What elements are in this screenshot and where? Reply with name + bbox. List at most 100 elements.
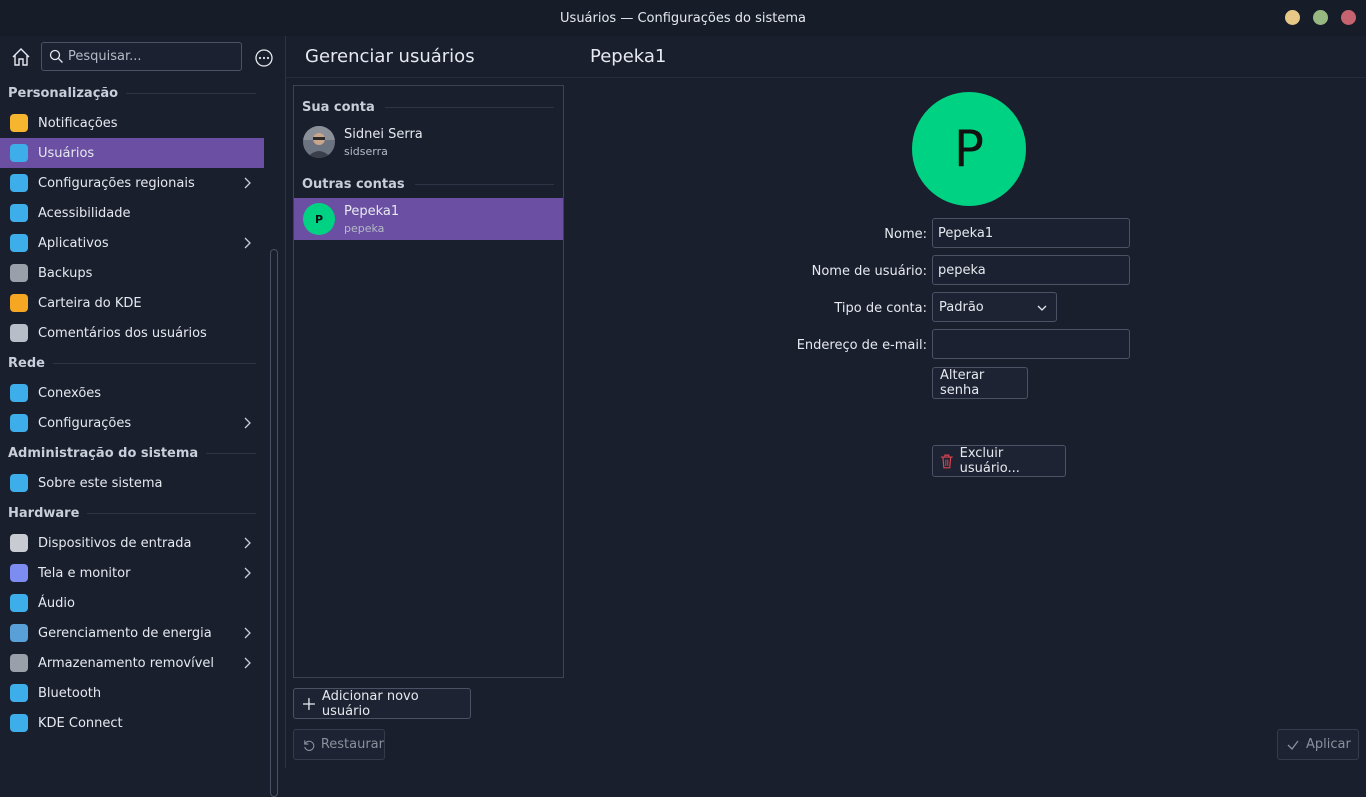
sidebar-item[interactable]: Carteira do KDE [0,288,264,318]
chevron-right-icon [244,537,251,549]
user-login: sidserra [344,145,388,158]
sidebar-item[interactable]: Bluetooth [0,678,264,708]
account-type-label: Tipo de conta: [834,301,927,316]
removable-storage-icon [10,654,28,672]
sidebar-item-label: KDE Connect [38,715,123,731]
sidebar-item-label: Gerenciamento de energia [38,625,212,641]
email-field[interactable] [932,329,1130,359]
check-icon [1287,740,1299,750]
add-user-label: Adicionar novo usuário [321,688,419,719]
restore-label: Restaurar [320,737,384,752]
username-label: Nome de usuário: [811,264,927,279]
name-label: Nome: [884,227,927,242]
email-input[interactable] [933,330,1129,358]
audio-icon [10,594,28,612]
bluetooth-icon [10,684,28,702]
sidebar-item[interactable]: Aplicativos [0,228,264,258]
chevron-right-icon [244,417,251,429]
email-label: Endereço de e-mail: [796,338,927,353]
backups-icon [10,264,28,282]
sidebar-scrollbar[interactable] [270,249,278,797]
sidebar-item[interactable]: Acessibilidade [0,198,264,228]
trash-icon [940,454,953,469]
sidebar-item[interactable]: Áudio [0,588,264,618]
other-accounts-label: Outras contas [302,177,405,192]
detail-title: Pepeka1 [590,46,667,67]
chevron-right-icon [244,237,251,249]
chevron-down-icon [1037,305,1047,311]
sidebar-section-header: Administração do sistema [0,438,264,468]
more-options-icon[interactable] [254,48,274,68]
close-button[interactable] [1341,10,1356,25]
sidebar-item[interactable]: Comentários dos usuários [0,318,264,348]
window-controls [1285,10,1356,25]
sidebar-item[interactable]: Backups [0,258,264,288]
apply-button[interactable]: Aplicar [1277,729,1359,760]
change-password-button[interactable]: Alterar senha [932,367,1028,399]
section-divider [414,184,554,185]
sidebar-item-label: Configurações regionais [38,175,195,191]
user-avatar-large[interactable]: P [912,92,1026,206]
sidebar-section-header: Rede [0,348,264,378]
delete-user-label: Excluir usuário... [959,446,1020,476]
notifications-icon [10,114,28,132]
undo-icon [304,739,315,751]
sidebar-item[interactable]: KDE Connect [0,708,264,738]
name-input[interactable] [933,219,1129,247]
user-feedback-icon [10,324,28,342]
minimize-button[interactable] [1285,10,1300,25]
sidebar-item[interactable]: Armazenamento removível [0,648,264,678]
sidebar-item-label: Configurações [38,415,132,431]
user-item-current[interactable]: Sidnei Serra sidserra [294,121,563,163]
username-input[interactable] [933,256,1129,284]
sidebar-item[interactable]: Tela e monitor [0,558,264,588]
restore-button[interactable]: Restaurar [293,729,385,760]
chevron-right-icon [244,177,251,189]
sidebar-section-label: Hardware [8,505,80,521]
header-divider [286,77,1366,78]
kde-wallet-icon [10,294,28,312]
user-item-pepeka1[interactable]: P Pepeka1 pepeka [294,198,563,240]
sidebar-item-label: Dispositivos de entrada [38,535,192,551]
sidebar: Personalização Notificações Usuários Config… [0,36,286,797]
info-icon [10,474,28,492]
sidebar-item[interactable]: Notificações [0,108,264,138]
sidebar-item-label: Carteira do KDE [38,295,142,311]
sidebar-item-label: Acessibilidade [38,205,131,221]
delete-user-button[interactable]: Excluir usuário... [932,445,1066,477]
user-name: Pepeka1 [344,204,400,219]
account-type-value: Padrão [939,299,984,315]
account-type-select[interactable]: Padrão [932,292,1057,322]
name-field[interactable] [932,218,1130,248]
user-login: pepeka [344,222,385,235]
sidebar-item[interactable]: Sobre este sistema [0,468,264,498]
sidebar-item[interactable]: Configurações [0,408,264,438]
sidebar-item[interactable]: Dispositivos de entrada [0,528,264,558]
change-password-label: Alterar senha [940,368,985,398]
home-icon[interactable] [10,46,32,68]
section-divider [126,92,256,94]
window-title: Usuários — Configurações do sistema [560,10,806,26]
kde-connect-icon [10,714,28,732]
sidebar-item[interactable]: Conexões [0,378,264,408]
username-field[interactable] [932,255,1130,285]
add-user-button[interactable]: Adicionar novo usuário [293,688,471,719]
search-input[interactable] [68,45,238,68]
sidebar-item[interactable]: Usuários [0,138,264,168]
sidebar-item[interactable]: Gerenciamento de energia [0,618,264,648]
sidebar-item[interactable]: Configurações regionais [0,168,264,198]
search-field[interactable] [41,42,242,71]
apply-label: Aplicar [1306,737,1351,752]
your-account-label: Sua conta [302,100,375,115]
maximize-button[interactable] [1313,10,1328,25]
users-panel-title: Gerenciar usuários [305,46,475,67]
sidebar-section-label: Rede [8,355,45,371]
sidebar-toolbar [0,36,285,78]
search-icon [49,49,63,63]
sidebar-section-header: Hardware [0,498,264,528]
sidebar-item-label: Áudio [38,595,75,611]
section-divider [206,452,256,454]
plus-icon [302,697,315,710]
applications-icon [10,234,28,252]
your-account-section: Sua conta [302,100,554,115]
